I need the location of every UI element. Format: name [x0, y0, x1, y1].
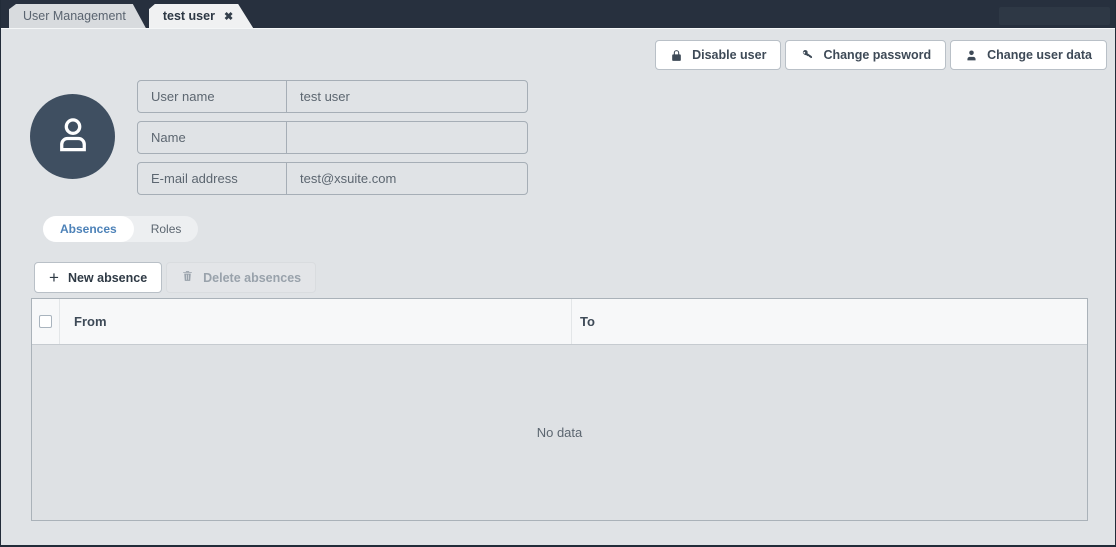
new-absence-label: New absence [67, 270, 148, 285]
new-absence-button[interactable]: + New absence [34, 262, 163, 293]
header-checkbox-cell [32, 299, 60, 344]
table-body: No data [32, 345, 1087, 520]
change-user-data-label: Change user data [987, 48, 1092, 62]
delete-absences-label: Delete absences [203, 270, 302, 285]
tab-roles[interactable]: Roles [134, 216, 199, 242]
person-icon [965, 49, 978, 62]
username-value: test user [300, 89, 350, 104]
tab-roles-label: Roles [150, 222, 182, 236]
no-data-message: No data [536, 425, 583, 440]
tab-test-user[interactable]: test user ✖ [149, 4, 253, 28]
field-row-email: E-mail address test@xsuite.com [137, 162, 528, 195]
trash-icon [181, 269, 194, 286]
tab-absences-label: Absences [60, 222, 117, 236]
tab-absences[interactable]: Absences [43, 216, 134, 242]
avatar [30, 94, 115, 179]
tab-user-management[interactable]: User Management [9, 4, 146, 28]
tab-label: User Management [23, 9, 126, 23]
email-value: test@xsuite.com [300, 171, 397, 186]
select-all-checkbox[interactable] [39, 315, 52, 328]
section-tabs: Absences Roles [43, 216, 199, 242]
key-icon [800, 48, 814, 62]
name-label: Name [138, 122, 287, 153]
app-window: User Management test user ✖ Disable user… [0, 0, 1116, 547]
tab-label: test user [162, 9, 215, 23]
table-header-row: From To [32, 299, 1087, 345]
plus-icon: + [49, 268, 59, 287]
field-row-username: User name test user [137, 80, 528, 113]
name-value [287, 122, 527, 153]
tab-strip: User Management test user ✖ [1, 0, 1115, 29]
column-header-from[interactable]: From [60, 299, 572, 344]
change-password-button[interactable]: Change password [785, 40, 947, 70]
user-actions-toolbar: Disable user Change password Change user… [655, 40, 1107, 70]
person-outline-icon [47, 108, 99, 165]
change-user-data-button[interactable]: Change user data [950, 40, 1107, 70]
username-label: User name [138, 81, 287, 112]
email-label: E-mail address [138, 163, 287, 194]
change-password-label: Change password [823, 48, 932, 62]
disable-user-label: Disable user [692, 48, 767, 62]
profile-fields: User name test user Name E-mail address … [137, 80, 528, 203]
column-header-to[interactable]: To [572, 299, 1087, 344]
disable-user-button[interactable]: Disable user [655, 40, 782, 70]
absence-toolbar: + New absence Delete absences [34, 262, 317, 293]
delete-absences-button: Delete absences [166, 262, 317, 293]
lock-icon [670, 49, 683, 62]
tab-strip-overflow-area [999, 7, 1110, 25]
field-row-name: Name [137, 121, 528, 154]
absences-table: From To No data [31, 298, 1088, 521]
close-tab-icon[interactable]: ✖ [224, 10, 233, 23]
